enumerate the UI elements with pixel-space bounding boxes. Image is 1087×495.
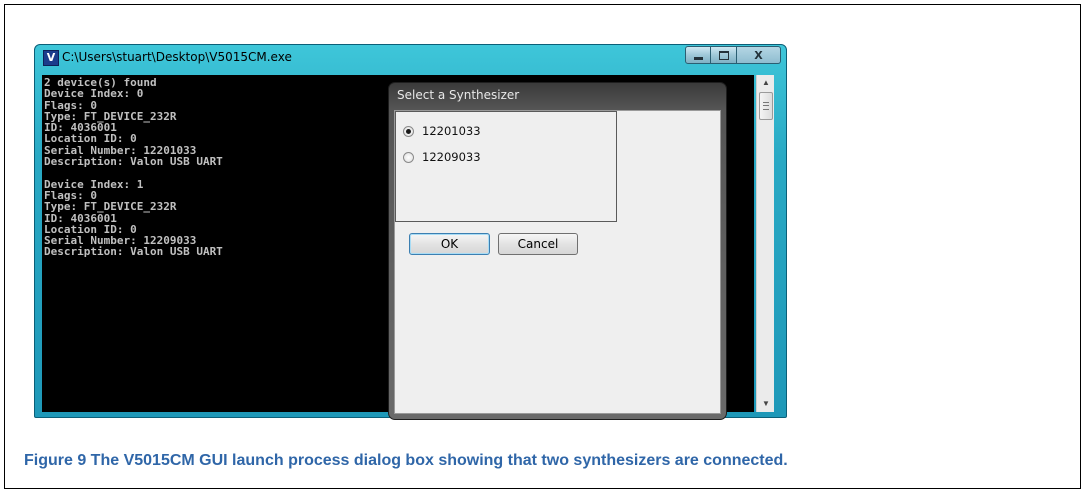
app-icon: V	[43, 50, 59, 66]
synthesizer-radio-group: 12201033 12209033	[395, 111, 617, 222]
vertical-scrollbar[interactable]: ▲ ▼	[756, 75, 774, 412]
select-synthesizer-dialog: Select a Synthesizer 12201033 12209033 O…	[388, 82, 727, 420]
radio-option-12209033[interactable]: 12209033	[403, 150, 481, 164]
minimize-button[interactable]	[685, 46, 711, 64]
console-titlebar[interactable]: V C:\Users\stuart\Desktop\V5015CM.exe X	[35, 45, 786, 69]
minimize-icon	[693, 56, 703, 60]
thumb-grip-icon	[763, 102, 769, 110]
close-icon: X	[754, 48, 763, 62]
dialog-body: 12201033 12209033 OK Cancel	[394, 110, 721, 414]
maximize-icon	[718, 50, 729, 60]
radio-unchecked-icon[interactable]	[403, 151, 414, 163]
figure-frame: V C:\Users\stuart\Desktop\V5015CM.exe X …	[4, 4, 1081, 489]
cancel-button[interactable]: Cancel	[498, 233, 578, 255]
dialog-title: Select a Synthesizer	[397, 88, 520, 102]
scroll-thumb[interactable]	[759, 92, 773, 120]
scroll-down-icon[interactable]: ▼	[758, 396, 774, 412]
console-text: 2 device(s) found Device Index: 0 Flags:…	[44, 76, 223, 259]
figure-caption: Figure 9 The V5015CM GUI launch process …	[24, 452, 788, 469]
radio-label: 12209033	[422, 150, 481, 164]
scroll-up-icon[interactable]: ▲	[758, 75, 774, 91]
window-title: C:\Users\stuart\Desktop\V5015CM.exe	[62, 50, 292, 64]
close-button[interactable]: X	[737, 46, 781, 64]
ok-button[interactable]: OK	[409, 233, 490, 255]
radio-checked-icon[interactable]	[403, 125, 414, 137]
radio-option-12201033[interactable]: 12201033	[403, 124, 481, 138]
radio-label: 12201033	[422, 124, 481, 138]
caption-buttons: X	[685, 46, 781, 64]
maximize-button[interactable]	[711, 46, 737, 64]
